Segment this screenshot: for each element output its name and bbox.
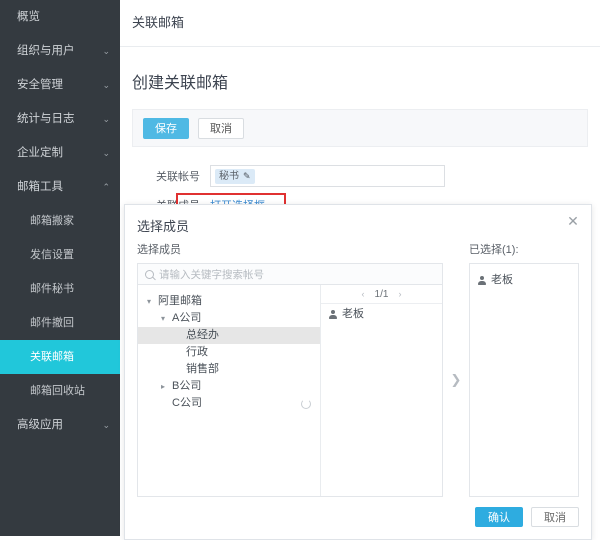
sidebar-item-label: 邮箱回收站 — [30, 385, 85, 397]
chevron-down-icon: ⌄ — [102, 408, 110, 442]
chevron-down-icon[interactable]: ▾ — [158, 310, 168, 327]
sidebar-item-11[interactable]: 邮箱回收站 — [0, 374, 120, 408]
dialog-footer: 确认 取消 — [475, 507, 579, 527]
sidebar-item-label: 高级应用 — [17, 419, 63, 431]
search-placeholder: 请输入关键字搜索帐号 — [159, 267, 264, 282]
dialog-title: 选择成员 — [125, 205, 591, 235]
sidebar-item-12[interactable]: 高级应用 ⌄ — [0, 408, 120, 442]
tree-node[interactable]: ▾ 阿里邮箱 — [138, 293, 320, 310]
list-item[interactable]: 老板 — [470, 270, 578, 290]
tree-node-label: 销售部 — [186, 363, 219, 375]
tree-node-label: 阿里邮箱 — [158, 295, 202, 307]
sidebar-item-1[interactable]: 组织与用户 ⌄ — [0, 34, 120, 68]
chevron-right-icon[interactable]: ▸ — [158, 378, 168, 395]
dialog-cancel-button[interactable]: 取消 — [531, 507, 579, 527]
sidebar-item-label: 概览 — [17, 11, 40, 23]
save-button[interactable]: 保存 — [143, 118, 189, 139]
right-panel-label: 已选择(1): — [469, 241, 579, 257]
account-tag-label: 秘书 — [219, 169, 239, 184]
chevron-down-icon: ⌄ — [102, 68, 110, 102]
sidebar-item-label: 邮箱工具 — [17, 181, 63, 193]
tree-node-label: 总经办 — [186, 329, 219, 341]
header-title: 关联邮箱 — [132, 15, 184, 30]
form-toolbar: 保存 取消 — [132, 109, 588, 147]
list-item-label: 老板 — [342, 304, 364, 324]
chevron-down-icon: ⌄ — [102, 34, 110, 68]
sidebar-item-label: 邮件秘书 — [30, 283, 74, 295]
page-indicator: 1/1 — [375, 289, 389, 300]
transfer-right-button[interactable]: ❯ — [443, 263, 469, 497]
select-member-dialog: 选择成员 ✕ 选择成员 已选择(1): 请输入关键字搜索帐号 ▾ 阿里邮箱 ▾ A公司… — [124, 204, 592, 540]
page-header: 关联邮箱 — [120, 0, 600, 47]
prev-page-button[interactable]: ‹ — [362, 289, 365, 299]
sidebar-item-label: 邮箱搬家 — [30, 215, 74, 227]
tree-node-label: A公司 — [172, 312, 201, 324]
tree-node[interactable]: 销售部 — [138, 361, 320, 378]
tree-node[interactable]: ▾ A公司 — [138, 310, 320, 327]
sidebar-item-5[interactable]: 邮箱工具 ⌃ — [0, 170, 120, 204]
sidebar-item-9[interactable]: 邮件撤回 — [0, 306, 120, 340]
search-icon — [145, 270, 154, 279]
org-tree: ▾ 阿里邮箱 ▾ A公司总经办行政销售部 ▸ B公司 C公司 — [138, 285, 321, 496]
member-rows: 老板 — [321, 304, 442, 324]
list-item[interactable]: 老板 — [321, 304, 442, 324]
person-icon — [329, 310, 337, 319]
loading-spinner-icon — [301, 399, 311, 409]
tree-node[interactable]: ▸ B公司 — [138, 378, 320, 395]
left-panel-label: 选择成员 — [137, 241, 443, 257]
sidebar: 概览组织与用户 ⌄ 安全管理 ⌄ 统计与日志 ⌄ 企业定制 ⌄ 邮箱工具 ⌃ 邮箱搬家发信设置邮件秘… — [0, 0, 120, 536]
sidebar-item-2[interactable]: 安全管理 ⌄ — [0, 68, 120, 102]
sidebar-item-8[interactable]: 邮件秘书 — [0, 272, 120, 306]
pagination: ‹ 1/1 › — [321, 285, 442, 304]
chevron-down-icon: ⌄ — [102, 136, 110, 170]
member-list: ‹ 1/1 › 老板 — [321, 285, 442, 496]
close-icon[interactable]: ✕ — [566, 214, 580, 228]
pencil-icon[interactable]: ✎ — [243, 169, 251, 184]
confirm-button[interactable]: 确认 — [475, 507, 523, 527]
sidebar-item-label: 组织与用户 — [17, 45, 75, 57]
person-icon — [478, 276, 486, 285]
chevron-down-icon[interactable]: ▾ — [144, 293, 154, 310]
dialog-body: 选择成员 已选择(1): 请输入关键字搜索帐号 ▾ 阿里邮箱 ▾ A公司总经办行政销售… — [137, 241, 579, 495]
tree-node[interactable]: 总经办 — [138, 327, 320, 344]
sidebar-item-label: 安全管理 — [17, 79, 63, 91]
sidebar-item-0[interactable]: 概览 — [0, 0, 120, 34]
page-title: 创建关联邮箱 — [120, 47, 600, 109]
account-label: 关联帐号 — [120, 168, 210, 184]
list-item-label: 老板 — [491, 270, 513, 290]
selected-panel: 老板 — [469, 263, 579, 497]
account-input[interactable]: 秘书 ✎ — [210, 165, 445, 187]
chevron-down-icon: ⌄ — [102, 102, 110, 136]
sidebar-item-3[interactable]: 统计与日志 ⌄ — [0, 102, 120, 136]
tree-node-label: C公司 — [172, 397, 202, 409]
account-tag[interactable]: 秘书 ✎ — [215, 169, 255, 184]
search-input[interactable]: 请输入关键字搜索帐号 — [137, 263, 443, 285]
sidebar-item-label: 企业定制 — [17, 147, 63, 159]
sidebar-item-label: 发信设置 — [30, 249, 74, 261]
tree-node-label: B公司 — [172, 380, 201, 392]
sidebar-item-10[interactable]: 关联邮箱 — [0, 340, 120, 374]
next-page-button[interactable]: › — [398, 289, 401, 299]
selected-list: 老板 — [469, 263, 579, 497]
cancel-button[interactable]: 取消 — [198, 118, 244, 139]
member-picker: 请输入关键字搜索帐号 ▾ 阿里邮箱 ▾ A公司总经办行政销售部 ▸ B公司 C公司 ‹ 1/… — [137, 263, 443, 497]
tree-node[interactable]: 行政 — [138, 344, 320, 361]
sidebar-item-6[interactable]: 邮箱搬家 — [0, 204, 120, 238]
sidebar-item-label: 关联邮箱 — [30, 351, 74, 363]
sidebar-item-label: 邮件撤回 — [30, 317, 74, 329]
tree-node[interactable]: C公司 — [138, 395, 320, 412]
sidebar-item-7[interactable]: 发信设置 — [0, 238, 120, 272]
chevron-up-icon: ⌃ — [102, 170, 110, 204]
tree-node-label: 行政 — [186, 346, 208, 358]
sidebar-item-label: 统计与日志 — [17, 113, 75, 125]
sidebar-item-4[interactable]: 企业定制 ⌄ — [0, 136, 120, 170]
account-row: 关联帐号 秘书 ✎ — [120, 165, 600, 187]
